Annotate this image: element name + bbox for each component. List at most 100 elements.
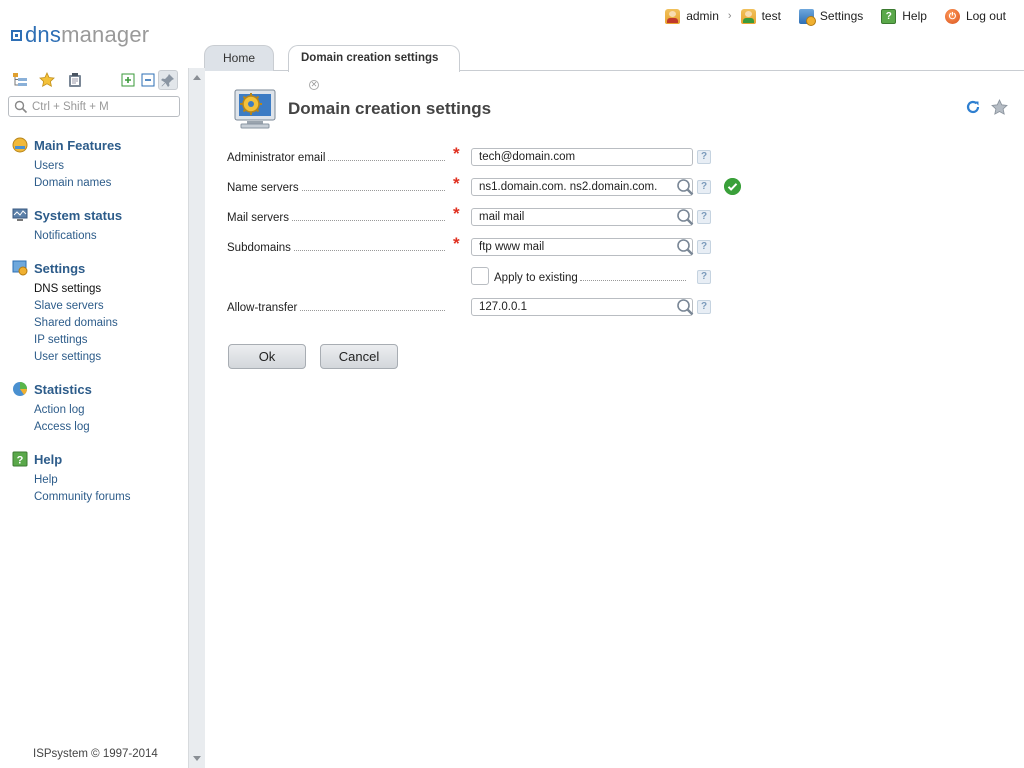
required-marker: *	[453, 204, 460, 223]
menu-group-header[interactable]: System status	[0, 206, 188, 224]
menu-group-header[interactable]: Statistics	[0, 380, 188, 398]
copyright-footer: ISPsystem © 1997-2014	[33, 748, 158, 760]
menu-group-title: Help	[34, 451, 63, 467]
valid-check-icon	[724, 178, 741, 195]
settings-link-label: Settings	[819, 9, 864, 23]
sidebar-item-notifications[interactable]: Notifications	[0, 228, 188, 245]
settings-icon	[798, 8, 816, 26]
menu-search-input[interactable]	[32, 100, 172, 113]
mail-servers-field[interactable]	[471, 207, 695, 227]
zoom-edit-icon[interactable]	[675, 207, 695, 227]
main-features-icon	[12, 137, 28, 153]
tab-domain-creation-settings-label: Domain creation settings	[301, 52, 439, 64]
name-servers-field[interactable]	[471, 177, 695, 197]
menu-group-header[interactable]: Main Features	[0, 136, 188, 154]
sidebar-item-ip-settings[interactable]: IP settings	[0, 332, 188, 349]
sidebar-item-slave-servers[interactable]: Slave servers	[0, 298, 188, 315]
sidebar-item-action-log[interactable]: Action log	[0, 402, 188, 419]
statistics-icon	[13, 382, 27, 396]
help-hint-icon[interactable]: ?	[697, 180, 711, 194]
help-hint-icon[interactable]: ?	[697, 150, 711, 164]
menu-group-title: System status	[34, 207, 123, 223]
clipboard-button[interactable]	[65, 70, 85, 90]
name-servers-input[interactable]	[472, 179, 672, 195]
system-status-icon	[12, 208, 28, 221]
domain-settings-form: Administrator email * ? Name servers * ?…	[227, 145, 847, 326]
sidebar-item-access-log[interactable]: Access log	[0, 419, 188, 436]
menu-group-header[interactable]: ? Help	[0, 450, 188, 468]
required-marker: *	[453, 174, 460, 193]
collapse-all-button[interactable]	[138, 70, 158, 90]
svg-text:?: ?	[17, 455, 24, 467]
zoom-edit-icon[interactable]	[675, 177, 695, 197]
sidebar-item-community-forums[interactable]: Community forums	[0, 489, 188, 506]
tab-home[interactable]: Home	[204, 45, 274, 71]
settings-link[interactable]: Settings	[798, 8, 864, 26]
user-test[interactable]: test	[740, 8, 781, 24]
pin-sidebar-button[interactable]	[158, 70, 178, 90]
help-hint-icon[interactable]: ?	[697, 270, 711, 284]
sidebar-item-domain-names[interactable]: Domain names	[0, 175, 188, 192]
apply-existing-checkbox[interactable]	[471, 267, 489, 285]
sidebar-scrollbar[interactable]	[188, 68, 205, 768]
allow-transfer-field[interactable]	[471, 297, 695, 317]
tab-domain-creation-settings[interactable]: Domain creation settings✕	[288, 45, 460, 90]
help-hint-icon[interactable]: ?	[697, 210, 711, 224]
required-marker: *	[453, 234, 460, 253]
subdomains-label: Subdomains	[227, 242, 291, 254]
admin-email-field[interactable]	[471, 148, 693, 166]
menu-group-settings: Settings DNS settings Slave servers Shar…	[0, 259, 188, 366]
subdomains-input[interactable]	[472, 239, 672, 255]
user-admin[interactable]: admin	[665, 8, 719, 24]
admin-email-label: Administrator email	[227, 152, 326, 164]
cancel-button[interactable]: Cancel	[320, 344, 398, 369]
form-buttons: Ok Cancel	[228, 344, 412, 369]
form-row-name-servers: Name servers * ?	[227, 174, 847, 206]
allow-transfer-input[interactable]	[472, 299, 672, 315]
logout-link[interactable]: ⏻ Log out	[944, 8, 1006, 24]
settings-group-icon	[12, 260, 28, 276]
tree-view-button[interactable]	[10, 70, 30, 90]
star-outline-icon	[990, 98, 1008, 115]
menu-group-header[interactable]: Settings	[0, 259, 188, 277]
favorites-button[interactable]	[37, 70, 57, 90]
expand-all-button[interactable]	[118, 70, 138, 90]
sidebar-item-shared-domains[interactable]: Shared domains	[0, 315, 188, 332]
add-to-favorites-button[interactable]	[990, 98, 1008, 116]
top-navigation: admin › test Settings ? Help ⏻ Log out	[665, 6, 1006, 26]
sidebar-menu: Main Features Users Domain names System …	[0, 136, 188, 520]
admin-email-input[interactable]	[472, 149, 692, 165]
mail-servers-label: Mail servers	[227, 212, 289, 224]
subdomains-field[interactable]	[471, 237, 695, 257]
sidebar-toolbar	[10, 70, 180, 90]
logo-text-dns: dns	[25, 22, 62, 47]
mail-servers-input[interactable]	[472, 209, 672, 225]
zoom-edit-icon[interactable]	[675, 237, 695, 257]
form-row-admin-email: Administrator email * ?	[227, 145, 847, 176]
form-row-allow-transfer: Allow-transfer ?	[227, 296, 847, 326]
menu-search[interactable]	[8, 96, 180, 117]
name-servers-label: Name servers	[227, 182, 299, 194]
logo-text-manager: manager	[61, 22, 150, 47]
page-header-tools	[956, 98, 1008, 116]
pin-icon	[161, 74, 174, 87]
scroll-down-icon[interactable]	[193, 756, 201, 761]
zoom-edit-icon[interactable]	[675, 297, 695, 317]
menu-group-title: Statistics	[34, 381, 92, 397]
sidebar-item-help[interactable]: Help	[0, 472, 188, 489]
user-admin-label: admin	[686, 9, 719, 23]
help-hint-icon[interactable]: ?	[697, 240, 711, 254]
help-link[interactable]: ? Help	[881, 8, 927, 24]
sidebar-item-users[interactable]: Users	[0, 158, 188, 175]
allow-transfer-label: Allow-transfer	[227, 302, 298, 314]
refresh-button[interactable]	[964, 98, 982, 116]
ok-button[interactable]: Ok	[228, 344, 306, 369]
sidebar-item-user-settings[interactable]: User settings	[0, 349, 188, 366]
help-hint-icon[interactable]: ?	[697, 300, 711, 314]
logo[interactable]: dnsmanager	[11, 24, 149, 46]
form-row-mail-servers: Mail servers * ?	[227, 204, 847, 236]
sidebar: Main Features Users Domain names System …	[0, 68, 188, 768]
sidebar-item-dns-settings[interactable]: DNS settings	[0, 281, 188, 298]
refresh-icon	[966, 100, 980, 114]
scroll-up-icon[interactable]	[193, 75, 201, 80]
